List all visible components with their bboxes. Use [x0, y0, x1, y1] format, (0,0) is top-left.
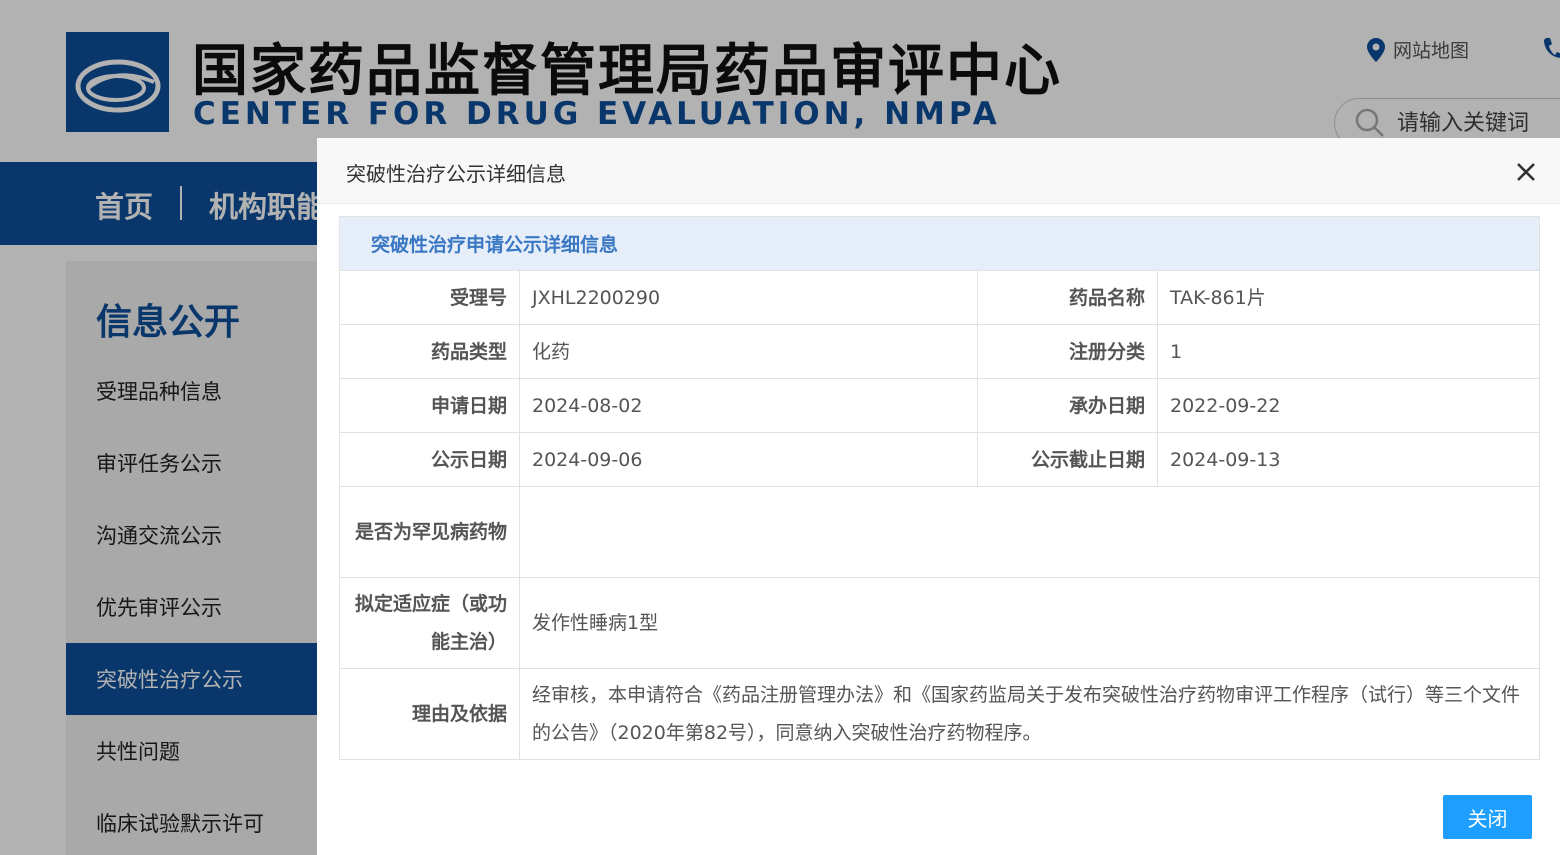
close-icon[interactable] — [1512, 158, 1540, 186]
table-row: 药品类型 化药 注册分类 1 — [339, 324, 1541, 379]
publicity-date-value: 2024-09-06 — [519, 432, 978, 487]
registration-class-label: 注册分类 — [977, 324, 1158, 379]
handling-date-value: 2022-09-22 — [1156, 378, 1541, 433]
indication-value: 发作性睡病1型 — [518, 577, 1541, 669]
application-date-label: 申请日期 — [339, 378, 520, 433]
registration-class-value: 1 — [1156, 324, 1541, 379]
acceptance-no-value: JXHL2200290 — [519, 270, 978, 325]
handling-date-label: 承办日期 — [977, 378, 1158, 433]
drug-name-value: TAK-861片 — [1156, 270, 1541, 325]
table-row: 公示日期 2024-09-06 公示截止日期 2024-09-13 — [339, 432, 1541, 487]
table-row: 拟定适应症（或功能主治） 发作性睡病1型 — [339, 577, 1541, 669]
drug-type-label: 药品类型 — [339, 324, 520, 379]
table-row: 受理号 JXHL2200290 药品名称 TAK-861片 — [339, 270, 1541, 325]
indication-label: 拟定适应症（或功能主治） — [339, 577, 520, 669]
detail-modal: 突破性治疗公示详细信息 突破性治疗申请公示详细信息 受理号 JXHL220029… — [317, 138, 1560, 855]
table-row: 申请日期 2024-08-02 承办日期 2022-09-22 — [339, 378, 1541, 433]
reason-label: 理由及依据 — [339, 668, 520, 760]
close-button[interactable]: 关闭 — [1443, 795, 1532, 839]
detail-table: 突破性治疗申请公示详细信息 受理号 JXHL2200290 药品名称 TAK-8… — [338, 216, 1541, 760]
modal-title: 突破性治疗公示详细信息 — [346, 162, 566, 186]
reason-value: 经审核，本申请符合《药品注册管理办法》和《国家药监局关于发布突破性治疗药物审评工… — [518, 668, 1541, 760]
table-row: 是否为罕见病药物 — [339, 486, 1541, 578]
publicity-date-label: 公示日期 — [339, 432, 520, 487]
drug-name-label: 药品名称 — [977, 270, 1158, 325]
section-header: 突破性治疗申请公示详细信息 — [338, 216, 1541, 271]
publicity-deadline-value: 2024-09-13 — [1156, 432, 1541, 487]
modal-header: 突破性治疗公示详细信息 — [317, 138, 1560, 204]
rare-disease-label: 是否为罕见病药物 — [339, 486, 520, 578]
application-date-value: 2024-08-02 — [519, 378, 978, 433]
table-row: 理由及依据 经审核，本申请符合《药品注册管理办法》和《国家药监局关于发布突破性治… — [339, 668, 1541, 760]
rare-disease-value — [518, 486, 1541, 578]
publicity-deadline-label: 公示截止日期 — [977, 432, 1158, 487]
drug-type-value: 化药 — [519, 324, 978, 379]
acceptance-no-label: 受理号 — [339, 270, 520, 325]
